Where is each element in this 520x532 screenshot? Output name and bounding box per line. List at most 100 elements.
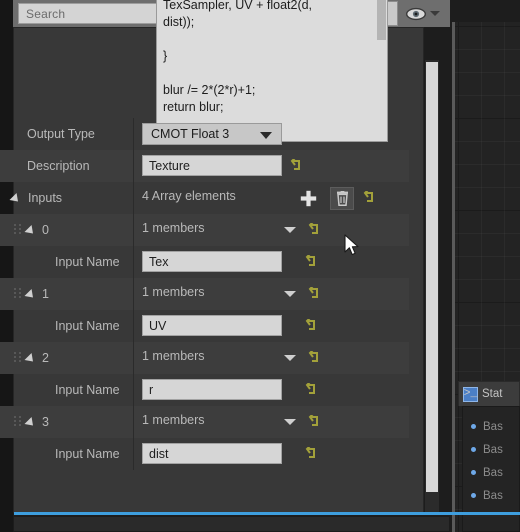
list-item[interactable]: Bas — [463, 461, 519, 484]
list-item[interactable]: Bas — [463, 415, 519, 438]
bullet-icon — [471, 470, 476, 475]
reset-arrow-icon[interactable] — [305, 255, 317, 268]
chevron-down-icon[interactable] — [430, 11, 440, 16]
column-divider — [133, 310, 134, 342]
row-label: Input Name — [55, 383, 120, 397]
drag-handle-icon[interactable] — [14, 224, 22, 236]
drag-handle-icon[interactable] — [14, 288, 22, 300]
list-item[interactable]: Bas — [463, 438, 519, 461]
column-divider — [133, 214, 134, 246]
expand-triangle-icon[interactable] — [24, 416, 37, 430]
column-divider — [133, 150, 134, 182]
description-value: Texture — [149, 158, 190, 173]
progress-indicator-line — [14, 512, 520, 515]
input-name-value: UV — [149, 318, 167, 333]
drag-handle-icon[interactable] — [14, 416, 22, 428]
row-array-element: 3 1 members — [0, 406, 409, 438]
search-placeholder: Search — [26, 6, 66, 21]
row-inputs-array: Inputs 4 Array elements — [0, 182, 409, 214]
column-divider — [133, 278, 134, 310]
input-name-field[interactable]: Tex — [142, 251, 282, 272]
chevron-down-icon[interactable] — [284, 355, 296, 361]
input-name-field[interactable]: r — [142, 379, 282, 400]
column-divider — [133, 246, 134, 278]
delete-array-button[interactable] — [330, 187, 354, 210]
expand-triangle-icon[interactable] — [24, 224, 37, 238]
column-divider — [133, 438, 134, 470]
row-label: Input Name — [55, 255, 120, 269]
reset-arrow-icon[interactable] — [305, 447, 317, 460]
code-line: dist)); — [163, 15, 195, 29]
array-element-count: 4 Array elements — [142, 189, 236, 203]
expand-triangle-icon[interactable] — [24, 288, 37, 302]
row-label: Input Name — [55, 319, 120, 333]
reset-arrow-icon[interactable] — [305, 383, 317, 396]
reset-arrow-icon[interactable] — [308, 287, 320, 300]
bottom-status-strip — [13, 516, 450, 532]
list-item-label: Bas — [483, 489, 503, 502]
details-scrollbar-thumb[interactable] — [426, 62, 438, 492]
row-input-name: Input Name dist — [0, 438, 409, 470]
list-item-label: Bas — [483, 420, 503, 433]
input-name-field[interactable]: dist — [142, 443, 282, 464]
list-item[interactable]: Bas — [463, 484, 519, 507]
details-property-list: Output Type CMOT Float 3 Description Tex… — [0, 118, 409, 470]
graph-panel-edge — [452, 22, 455, 532]
input-name-value: dist — [149, 446, 169, 461]
code-line: blur /= 2*(2*r)+1; — [163, 83, 256, 97]
input-name-value: r — [149, 382, 154, 397]
list-item-label: Bas — [483, 466, 503, 479]
column-divider — [133, 182, 134, 214]
row-description: Description Texture — [0, 150, 409, 182]
reset-arrow-icon[interactable] — [308, 223, 320, 236]
tab-stats[interactable]: >_ Stat — [458, 381, 520, 406]
description-input[interactable]: Texture — [142, 155, 282, 176]
column-divider — [133, 406, 134, 438]
row-label: Output Type — [27, 127, 95, 141]
row-label: 2 — [42, 351, 49, 365]
visibility-eye-icon — [405, 7, 427, 20]
reset-arrow-icon[interactable] — [363, 191, 375, 204]
reset-arrow-icon[interactable] — [308, 415, 320, 428]
chevron-down-icon — [260, 132, 272, 139]
input-name-value: Tex — [149, 254, 169, 269]
console-icon: >_ — [463, 386, 478, 402]
column-divider — [133, 374, 134, 406]
output-type-dropdown[interactable]: CMOT Float 3 — [142, 123, 282, 145]
row-label: 3 — [42, 415, 49, 429]
row-input-name: Input Name UV — [0, 310, 409, 342]
chevron-down-icon[interactable] — [284, 419, 296, 425]
expand-triangle-icon[interactable] — [24, 352, 37, 366]
visibility-button[interactable] — [405, 3, 449, 24]
column-divider — [133, 118, 134, 150]
tab-stats-label: Stat — [482, 388, 503, 400]
row-label: 0 — [42, 223, 49, 237]
row-label: 1 — [42, 287, 49, 301]
drag-handle-icon[interactable] — [14, 352, 22, 364]
stats-panel: >_ Stat Bas Bas Bas Bas — [458, 381, 520, 532]
code-line: TexSampler, UV + float2(d, — [163, 0, 313, 12]
material-editor-window: Search TexSampler, UV + float2(d, dist))… — [0, 0, 520, 532]
reset-arrow-icon[interactable] — [290, 159, 302, 172]
bullet-icon — [471, 493, 476, 498]
expand-triangle-icon[interactable] — [9, 192, 22, 206]
input-name-field[interactable]: UV — [142, 315, 282, 336]
row-label: Description — [27, 159, 90, 173]
code-scrollbar-thumb[interactable] — [377, 0, 386, 40]
plus-icon[interactable] — [300, 190, 317, 207]
chevron-down-icon[interactable] — [284, 291, 296, 297]
member-count: 1 members — [142, 349, 205, 363]
bullet-icon — [471, 447, 476, 452]
reset-arrow-icon[interactable] — [308, 351, 320, 364]
chevron-down-icon[interactable] — [284, 227, 296, 233]
row-label: Input Name — [55, 447, 120, 461]
list-item-label: Bas — [483, 443, 503, 456]
column-divider — [133, 342, 134, 374]
member-count: 1 members — [142, 413, 205, 427]
row-array-element: 2 1 members — [0, 342, 409, 374]
row-array-element: 1 1 members — [0, 278, 409, 310]
member-count: 1 members — [142, 221, 205, 235]
code-line: } — [163, 49, 168, 63]
reset-arrow-icon[interactable] — [305, 319, 317, 332]
